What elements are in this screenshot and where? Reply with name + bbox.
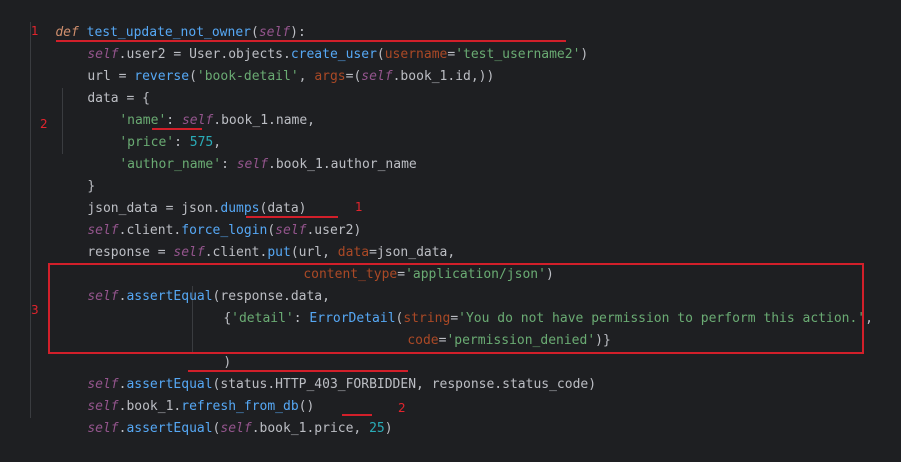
code-token: response = — [87, 245, 174, 260]
code-token: assertEqual — [126, 421, 213, 436]
code-token: 'book-detail' — [196, 69, 299, 84]
code-token: .client. — [204, 245, 268, 260]
code-token: 'author_name' — [119, 157, 222, 172]
code-token: ) — [384, 421, 393, 436]
annotation-underline — [56, 40, 566, 42]
code-line-8[interactable]: } — [56, 154, 95, 194]
annotation-mark: 1 — [355, 200, 363, 214]
code-line-5[interactable]: 'name': self.book_1.name, — [88, 88, 315, 128]
code-token: self — [236, 157, 269, 172]
annotation-underline — [342, 414, 372, 416]
annotation-mark: 2 — [398, 401, 406, 415]
code-line-9[interactable]: json_data = json.dumps(data) — [56, 176, 306, 216]
annotation-box — [48, 263, 864, 354]
code-line-7[interactable]: 'author_name': self.book_1.author_name — [88, 132, 416, 172]
code-token: .book_1.name, — [213, 113, 315, 128]
code-line-12[interactable]: content_type='application/json') — [272, 242, 553, 282]
code-token: : — [221, 157, 237, 172]
code-token: .book_1.id,)) — [392, 69, 495, 84]
code-line-3[interactable]: url = reverse('book-detail', args=(self.… — [56, 44, 494, 84]
annotation-underline — [152, 128, 202, 130]
annotation-underline — [188, 370, 408, 372]
code-line-11[interactable]: response = self.client.put(url, data=jso… — [56, 220, 455, 260]
code-token: self — [361, 69, 393, 84]
code-line-1[interactable]: def test_update_not_owner(self): — [24, 0, 305, 40]
indent-guide — [30, 22, 31, 418]
code-token: .book_1.price, — [251, 421, 370, 436]
code-token: 25 — [369, 421, 385, 436]
code-token: ) — [580, 47, 589, 62]
code-token: args — [314, 69, 346, 84]
code-editor[interactable]: def test_update_not_owner(self): self.us… — [0, 0, 901, 436]
code-token: ( — [189, 69, 197, 84]
code-token: .book_1.author_name — [268, 157, 417, 172]
code-token: self — [87, 421, 119, 436]
annotation-mark: 1 — [31, 24, 39, 38]
code-token: =( — [345, 69, 362, 84]
annotation-mark: 2 — [40, 117, 48, 131]
code-line-18[interactable]: self.book_1.refresh_from_db() — [56, 374, 314, 414]
annotation-mark: 3 — [31, 303, 39, 317]
code-token: , — [298, 69, 315, 84]
code-token: self — [173, 245, 205, 260]
annotation-underline — [246, 216, 338, 218]
code-token: , — [865, 311, 873, 326]
code-token: self — [220, 421, 252, 436]
code-line-4[interactable]: data = { — [56, 66, 150, 106]
